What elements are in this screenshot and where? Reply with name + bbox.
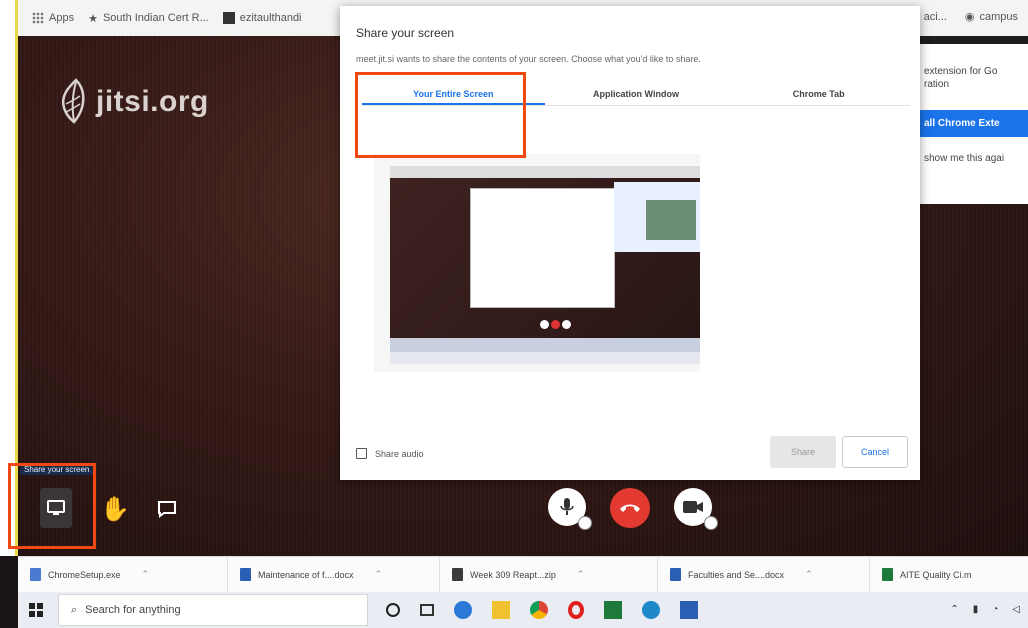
edge-icon[interactable] [454, 601, 472, 619]
screen-thumbnail[interactable] [374, 154, 700, 372]
zip-file-icon [452, 568, 463, 581]
task-view-icon[interactable] [420, 604, 434, 616]
tab-application-window[interactable]: Application Window [545, 80, 728, 105]
bookmark-label: aci... [923, 10, 947, 23]
search-placeholder: Search for anything [85, 604, 181, 616]
jitsi-logo-text: jitsi.org [96, 85, 209, 118]
download-label: AITE Quality Ci.m [900, 569, 972, 580]
bookmark-aci[interactable]: aci... [924, 10, 947, 23]
mic-options-icon[interactable] [578, 516, 592, 530]
thumb-screen-preview [390, 178, 700, 338]
bookmark-label: ezitaulthandi [239, 12, 302, 24]
bookmark-campus[interactable]: ◉ campus [964, 10, 1018, 24]
globe-icon: ◉ [964, 11, 975, 23]
cortana-icon[interactable] [386, 603, 400, 617]
dialog-subtitle: meet.jit.si wants to share the contents … [356, 54, 701, 64]
windows-taskbar: ⌕ Search for anything ⌃ ▮ ◔ ◁ [18, 592, 1028, 628]
chevron-up-icon[interactable]: ⌃ [950, 604, 958, 615]
microphone-icon [560, 498, 574, 515]
bookmark-ezitaulthandi[interactable]: ezitaulthandi [222, 12, 302, 24]
screen: Apps ★ South Indian Cert R... ezitaultha… [0, 0, 1028, 628]
file-explorer-icon[interactable] [492, 601, 510, 619]
excel-icon[interactable] [604, 601, 622, 619]
bookmarks-right: aci... ◉ campus [924, 10, 1018, 24]
highlight-share-screen-button [8, 463, 96, 549]
chevron-up-icon[interactable]: ⌃ [577, 569, 585, 580]
camera-options-icon[interactable] [704, 516, 718, 530]
cancel-button[interactable]: Cancel [842, 436, 908, 468]
taskbar-search[interactable]: ⌕ Search for anything [58, 594, 368, 626]
download-item[interactable]: AITE Quality Ci.m [870, 557, 984, 593]
extension-text-2: ration [924, 79, 950, 90]
bookmark-label: Apps [49, 12, 75, 24]
thumb-video-tile [646, 200, 696, 240]
apps-grid-icon [32, 12, 44, 24]
taskbar-apps [386, 601, 698, 619]
share-audio-checkbox[interactable] [356, 448, 367, 459]
thumb-taskbar-2 [390, 352, 700, 364]
chevron-up-icon[interactable]: ⌃ [805, 569, 813, 580]
chevron-up-icon[interactable]: ⌃ [142, 569, 150, 580]
tab-chrome-tab[interactable]: Chrome Tab [727, 80, 910, 105]
raise-hand-icon: ✋ [100, 495, 130, 523]
dont-show-again-option[interactable]: show me this agai [924, 153, 1028, 164]
system-tray: ⌃ ▮ ◔ ◁ [950, 604, 1020, 615]
highlight-entire-screen-tab [355, 72, 526, 158]
opera-icon[interactable] [568, 601, 584, 619]
app-icon[interactable] [642, 601, 660, 619]
word-icon[interactable] [680, 601, 698, 619]
bookmark-label: campus [979, 10, 1018, 23]
jitsi-logo: jitsi.org [56, 78, 209, 126]
jitsi-leaf-icon [62, 78, 85, 124]
download-item[interactable]: ChromeSetup.exe ⌃ [18, 556, 228, 593]
windows-start-icon[interactable] [24, 598, 48, 622]
download-label: Week 309 Reapt...zip [470, 569, 556, 580]
download-label: Faculties and Se....docx [688, 569, 785, 580]
thumb-taskbar [390, 338, 700, 352]
search-icon: ⌕ [71, 603, 78, 616]
dialog-title: Share your screen [356, 26, 455, 40]
bookmark-label: South Indian Cert R... [102, 12, 209, 24]
star-icon: ★ [88, 12, 98, 25]
microphone-button[interactable] [548, 488, 592, 530]
word-file-icon [240, 568, 251, 581]
camera-button[interactable] [674, 488, 718, 530]
hangup-button[interactable] [610, 488, 650, 528]
extension-prompt: extension for Go ration all Chrome Exte … [918, 44, 1028, 204]
share-audio-option[interactable]: Share audio [356, 448, 424, 459]
share-audio-label: Share audio [375, 448, 424, 459]
raise-hand-button[interactable]: ✋ [100, 492, 130, 526]
downloads-bar: ChromeSetup.exe ⌃ Maintenance of f....do… [18, 556, 1028, 593]
battery-icon[interactable]: ▮ [973, 604, 979, 615]
camera-icon [683, 501, 703, 513]
network-icon[interactable]: ◔ [992, 604, 998, 615]
thumb-dialog-window [470, 188, 615, 308]
extension-text-1: extension for Go [924, 66, 998, 77]
chevron-up-icon[interactable]: ⌃ [375, 569, 383, 580]
word-file-icon [670, 568, 681, 581]
download-label: ChromeSetup.exe [48, 569, 121, 580]
dialog-footer: Share audio Share Cancel [340, 416, 920, 480]
download-item[interactable]: Week 309 Reapt...zip ⌃ [440, 556, 658, 593]
download-label: Maintenance of f....docx [258, 569, 354, 580]
excel-file-icon [882, 568, 893, 581]
chrome-icon[interactable] [530, 601, 548, 619]
volume-icon[interactable]: ◁ [1012, 604, 1020, 615]
hangup-icon [620, 504, 640, 512]
bookmark-icon [222, 12, 235, 24]
chat-button[interactable] [152, 494, 182, 524]
thumb-call-controls [540, 316, 576, 329]
share-button[interactable]: Share [770, 436, 836, 468]
file-icon [30, 568, 41, 581]
download-item[interactable]: Faculties and Se....docx ⌃ [658, 556, 870, 593]
chat-icon [158, 501, 176, 518]
download-item[interactable]: Maintenance of f....docx ⌃ [228, 556, 440, 593]
bookmark-south-indian[interactable]: ★ South Indian Cert R... [88, 12, 209, 25]
bookmark-apps[interactable]: Apps [32, 12, 74, 24]
thumb-browser-bar [390, 166, 700, 178]
install-extension-button[interactable]: all Chrome Exte [918, 110, 1028, 137]
